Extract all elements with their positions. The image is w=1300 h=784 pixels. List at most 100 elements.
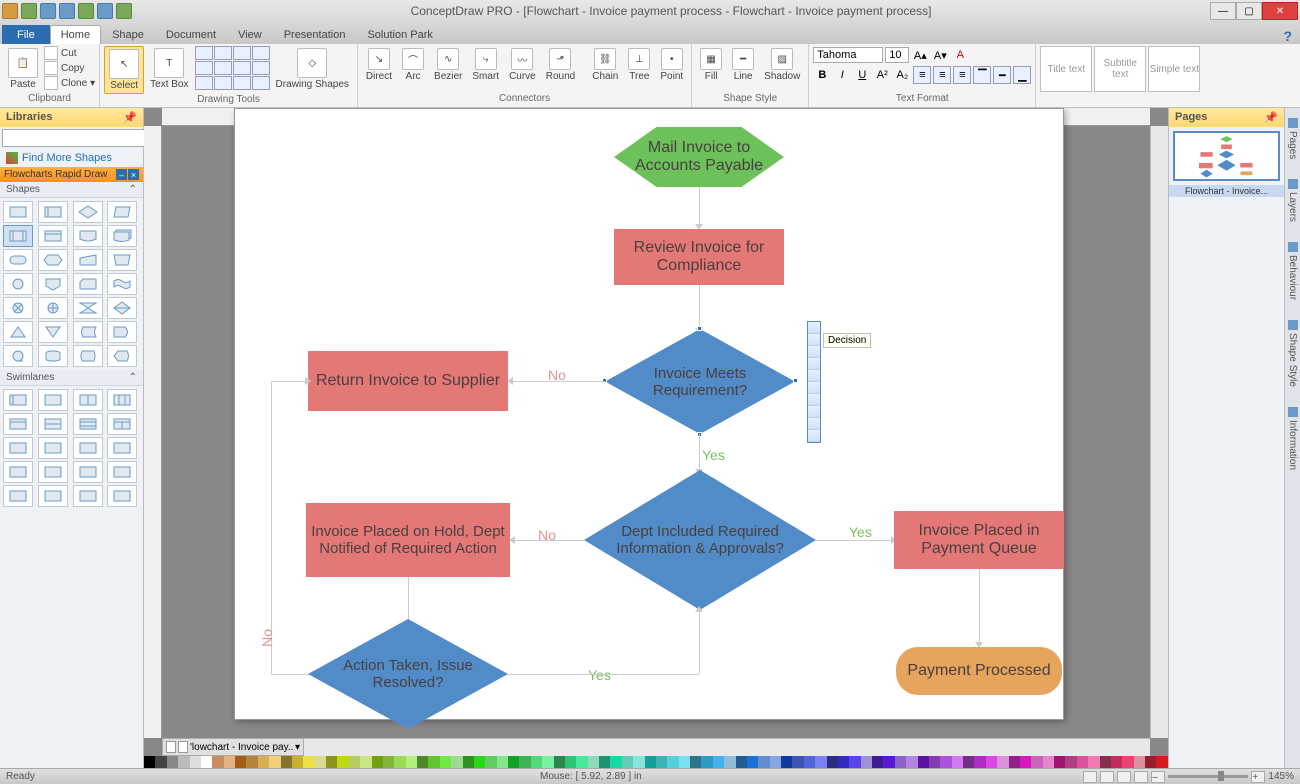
fill-button[interactable]: ▦Fill <box>696 46 726 84</box>
shape-direct[interactable] <box>73 345 103 367</box>
shape-multidoc[interactable] <box>107 225 137 247</box>
app-icon[interactable] <box>2 3 18 19</box>
fontsize-down[interactable]: A▾ <box>931 46 949 64</box>
italic-button[interactable]: I <box>833 66 851 84</box>
textbox-tool[interactable]: TText Box <box>146 46 192 92</box>
swim-10[interactable] <box>38 437 68 459</box>
node-payment-processed[interactable]: Payment Processed <box>896 647 1062 695</box>
drawing-shapes-button[interactable]: ◇Drawing Shapes <box>272 46 353 92</box>
shape-process[interactable] <box>3 201 33 223</box>
conn-chain[interactable]: ⛓Chain <box>588 46 622 84</box>
view-icon-4[interactable] <box>1134 771 1148 783</box>
shapes-subheader[interactable]: Shapes⌃ <box>0 182 143 198</box>
node-hold[interactable]: Invoice Placed on Hold, Dept Notified of… <box>306 503 510 577</box>
fontsize-up[interactable]: A▴ <box>911 46 929 64</box>
tab-view[interactable]: View <box>227 25 273 44</box>
arrow-9a[interactable] <box>508 674 699 675</box>
shape-internal[interactable] <box>38 225 68 247</box>
shape-or[interactable] <box>38 297 68 319</box>
righttab-shapestyle[interactable]: Shape Style <box>1286 314 1299 393</box>
shape-offpage[interactable] <box>38 273 68 295</box>
zoom-in[interactable]: + <box>1251 771 1265 783</box>
swim-17[interactable] <box>3 485 33 507</box>
node-dept-included[interactable]: Dept Included Required Information & App… <box>584 470 816 610</box>
tab-presentation[interactable]: Presentation <box>273 25 357 44</box>
help-button[interactable]: ? <box>1283 28 1292 44</box>
zoom-slider[interactable] <box>1168 775 1248 778</box>
swim-3[interactable] <box>73 389 103 411</box>
align-middle[interactable]: ━ <box>993 66 1011 84</box>
swim-14[interactable] <box>38 461 68 483</box>
shape-magdisk[interactable] <box>38 345 68 367</box>
swimlanes-subheader[interactable]: Swimlanes⌃ <box>0 370 143 386</box>
arrow-6[interactable] <box>816 540 892 541</box>
righttab-behaviour[interactable]: Behaviour <box>1286 236 1299 306</box>
library-category[interactable]: Flowcharts Rapid Draw–× <box>0 167 143 182</box>
maximize-button[interactable]: ▢ <box>1236 2 1262 20</box>
tab-shape[interactable]: Shape <box>101 25 155 44</box>
tab-solution-park[interactable]: Solution Park <box>356 25 443 44</box>
swim-20[interactable] <box>107 485 137 507</box>
page-thumbnail[interactable] <box>1173 131 1280 181</box>
shadow-button[interactable]: ▨Shadow <box>760 46 804 84</box>
zoom-value[interactable]: 145% <box>1268 771 1294 782</box>
swim-18[interactable] <box>38 485 68 507</box>
arrow-10[interactable] <box>979 569 980 643</box>
conn-round[interactable]: ⬏Round <box>542 46 579 84</box>
shape-connector[interactable] <box>3 273 33 295</box>
shape-stored[interactable] <box>73 321 103 343</box>
shape-input[interactable] <box>73 249 103 271</box>
swim-8[interactable] <box>107 413 137 435</box>
shape-display[interactable] <box>107 345 137 367</box>
node-review-invoice[interactable]: Review Invoice for Compliance <box>614 229 784 285</box>
minimize-button[interactable]: — <box>1210 2 1236 20</box>
qat-undo-icon[interactable] <box>40 3 56 19</box>
shape-tape[interactable] <box>107 273 137 295</box>
bold-button[interactable]: B <box>813 66 831 84</box>
page-tabs[interactable]: 'lowchart - Invoice pay... (1/1 ▾ <box>162 738 304 756</box>
node-invoice-meets-req[interactable]: Invoice Meets Requirement? <box>605 329 795 434</box>
align-left[interactable]: ≡ <box>913 66 931 84</box>
tab-document[interactable]: Document <box>155 25 227 44</box>
style-subtitle[interactable]: Subtitle text <box>1094 46 1146 92</box>
style-title[interactable]: Title text <box>1040 46 1092 92</box>
arrow-9b[interactable] <box>699 610 700 674</box>
zoom-out[interactable]: – <box>1151 771 1165 783</box>
pin-icon[interactable]: 📌 <box>1264 111 1278 124</box>
label-yes-3[interactable]: Yes <box>588 667 611 683</box>
conn-direct[interactable]: ↘Direct <box>362 46 396 84</box>
swim-1[interactable] <box>3 389 33 411</box>
align-bottom[interactable]: ▁ <box>1013 66 1031 84</box>
swim-6[interactable] <box>38 413 68 435</box>
qat-redo-icon[interactable] <box>59 3 75 19</box>
node-return-supplier[interactable]: Return Invoice to Supplier <box>308 351 508 411</box>
scrollbar-horizontal[interactable] <box>304 738 1150 756</box>
shape-predef[interactable] <box>3 225 33 247</box>
shape-prep[interactable] <box>38 249 68 271</box>
arrow-8c[interactable] <box>271 381 306 382</box>
shape-toolbar[interactable] <box>807 321 821 443</box>
copy-button[interactable]: Copy <box>44 61 95 75</box>
conn-arc[interactable]: ⌒Arc <box>398 46 428 84</box>
shape-card[interactable] <box>73 273 103 295</box>
node-mail-invoice[interactable]: Mail Invoice to Accounts Payable <box>614 127 784 187</box>
swim-7[interactable] <box>73 413 103 435</box>
shape-data[interactable] <box>107 201 137 223</box>
conn-curve[interactable]: 〰Curve <box>505 46 540 84</box>
righttab-layers[interactable]: Layers <box>1286 173 1299 228</box>
node-action-taken[interactable]: Action Taken, Issue Resolved? <box>308 619 508 729</box>
subscript-button[interactable]: A₂ <box>893 66 911 84</box>
close-button[interactable]: ✕ <box>1262 2 1298 20</box>
shape-term[interactable] <box>3 249 33 271</box>
tab-file[interactable]: File <box>2 25 50 44</box>
shape-sort[interactable] <box>107 297 137 319</box>
swim-4[interactable] <box>107 389 137 411</box>
shape-manual[interactable] <box>107 249 137 271</box>
align-top[interactable]: ▔ <box>973 66 991 84</box>
swim-19[interactable] <box>73 485 103 507</box>
swim-16[interactable] <box>107 461 137 483</box>
conn-bezier[interactable]: ∿Bezier <box>430 46 466 84</box>
view-icon-2[interactable] <box>1100 771 1114 783</box>
find-more-shapes[interactable]: Find More Shapes <box>0 149 143 167</box>
underline-button[interactable]: U <box>853 66 871 84</box>
